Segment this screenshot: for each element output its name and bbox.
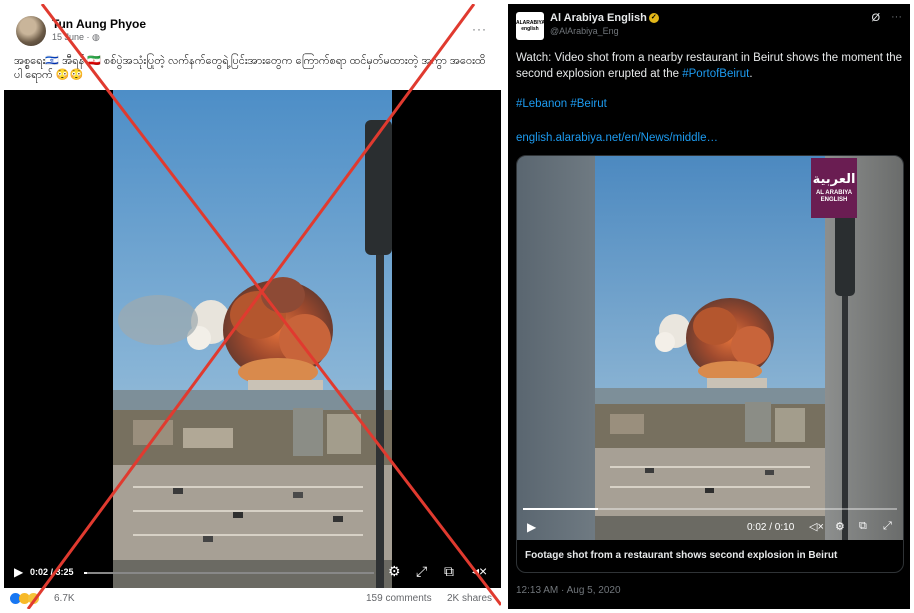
account-name-text: Al Arabiya English bbox=[550, 12, 647, 24]
media-card[interactable]: العربية AL ARABIYA ENGLISH ▶ 0:02 / 0:10… bbox=[516, 155, 904, 573]
volume-icon[interactable]: ◁× bbox=[809, 520, 824, 533]
badge-line-1: AL ARABIYA bbox=[815, 190, 853, 196]
blurred-edge-left bbox=[517, 156, 595, 540]
hashtags[interactable]: #Lebanon #Beirut bbox=[516, 98, 607, 110]
video-time: 0:02 / 0:10 bbox=[747, 522, 795, 533]
video-time: 0:02 / 3:25 bbox=[30, 567, 74, 577]
globe-icon: ◍ bbox=[92, 32, 100, 42]
hashtag-link[interactable]: #PortofBeirut bbox=[682, 68, 749, 80]
post-date: 15 June · ◍ bbox=[52, 32, 100, 43]
explosion-video-frame bbox=[595, 156, 825, 540]
mute-icon[interactable]: ◂× bbox=[472, 563, 487, 580]
gear-icon[interactable]: ⚙ bbox=[388, 563, 401, 580]
video-progress-bar[interactable] bbox=[523, 508, 897, 510]
reactions[interactable] bbox=[10, 593, 39, 604]
card-caption: Footage shot from a restaurant shows sec… bbox=[525, 550, 838, 561]
picture-in-picture-icon[interactable]: ⧉ bbox=[859, 520, 867, 533]
tweet-video-player[interactable]: العربية AL ARABIYA ENGLISH ▶ 0:02 / 0:10… bbox=[517, 156, 903, 540]
play-icon[interactable]: ▶ bbox=[527, 520, 536, 534]
article-link[interactable]: english.alarabiya.net/en/News/middle… bbox=[516, 132, 718, 144]
gold-check-icon: ✓ bbox=[648, 13, 659, 24]
post-caption: အစ္စရေး🇮🇱 အီရန် 🇮🇷 စစ်ပွဲအသုံးပြုတဲ့ လက်… bbox=[14, 55, 486, 81]
video-controls: ▶ 0:02 / 0:10 ◁× ⚙ ⧉ ⤢ bbox=[517, 508, 903, 540]
shares-count[interactable]: 2K shares bbox=[447, 593, 492, 604]
picture-in-picture-icon[interactable]: ⧉ bbox=[444, 563, 454, 580]
grok-icon[interactable]: Ø bbox=[871, 12, 880, 24]
wow-reaction-icon bbox=[28, 593, 39, 604]
reaction-count[interactable]: 6.7K bbox=[54, 593, 75, 604]
avatar[interactable] bbox=[16, 16, 46, 46]
video-controls: ▶ 0:02 / 3:25 ⚙ ⤢ ⧉ ◂× bbox=[4, 558, 501, 588]
gear-icon[interactable]: ⚙ bbox=[835, 520, 845, 533]
fullscreen-icon[interactable]: ⤢ bbox=[883, 520, 892, 533]
video-progress-fill bbox=[523, 508, 598, 510]
video-progress-bar[interactable] bbox=[84, 572, 374, 574]
more-options-icon[interactable]: ··· bbox=[891, 11, 902, 23]
account-handle[interactable]: @AlArabiya_Eng bbox=[550, 26, 619, 36]
comments-count[interactable]: 159 comments bbox=[366, 593, 432, 604]
video-player[interactable]: ▶ 0:02 / 3:25 ⚙ ⤢ ⧉ ◂× bbox=[4, 90, 501, 588]
account-logo[interactable]: ALARABIYA english bbox=[516, 12, 545, 40]
tweet: ALARABIYA english Al Arabiya English ✓ @A… bbox=[508, 4, 910, 609]
author-name[interactable]: Tun Aung Phyoe bbox=[52, 17, 146, 31]
account-name[interactable]: Al Arabiya English ✓ bbox=[550, 12, 659, 24]
explosion-video-frame bbox=[113, 90, 392, 588]
expand-icon[interactable]: ⤢ bbox=[416, 563, 427, 580]
al-arabiya-logo: العربية AL ARABIYA ENGLISH bbox=[811, 158, 857, 218]
tweet-text-end: . bbox=[749, 68, 753, 80]
video-progress-fill bbox=[84, 572, 87, 574]
badge-arabic-text: العربية bbox=[812, 172, 856, 187]
play-icon[interactable]: ▶ bbox=[14, 565, 23, 579]
tweet-text: Watch: Video shot from a nearby restaura… bbox=[516, 50, 906, 82]
tweet-timestamp[interactable]: 12:13 AM · Aug 5, 2020 bbox=[516, 585, 621, 596]
facebook-post: Tun Aung Phyoe 15 June · ◍ ··· အစ္စရေး🇮🇱… bbox=[4, 4, 501, 609]
post-footer: 6.7K 159 comments 2K shares bbox=[4, 590, 501, 608]
badge-line-2: ENGLISH bbox=[820, 197, 848, 203]
more-options-button[interactable]: ··· bbox=[472, 22, 487, 36]
post-date-text[interactable]: 15 June · bbox=[52, 32, 92, 42]
